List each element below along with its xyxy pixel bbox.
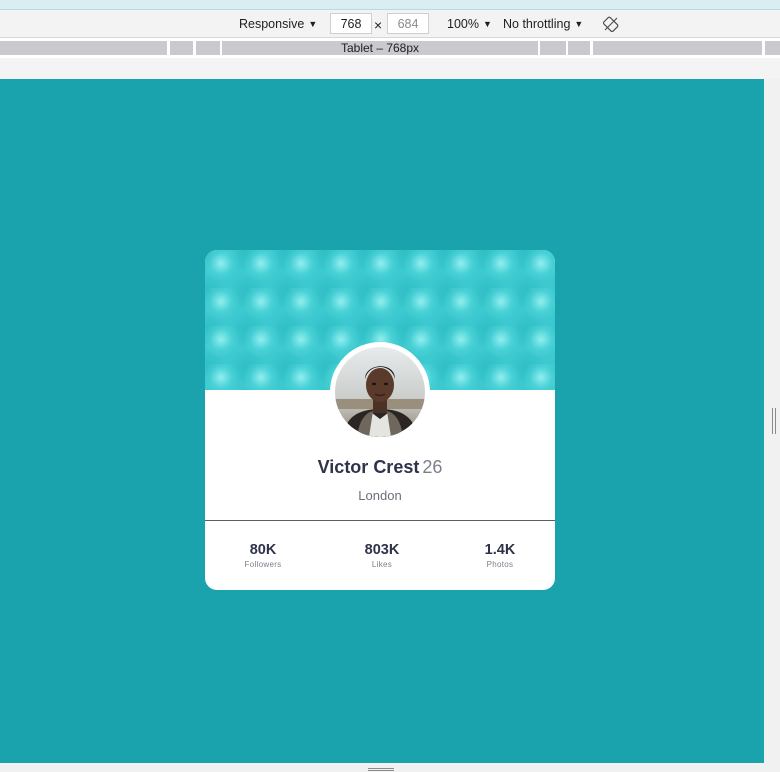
device-viewport: Victor Crest 26 London 80K Followers 803K…	[0, 79, 764, 763]
stat-photos: 1.4K Photos	[442, 541, 555, 570]
dimension-separator: ×	[374, 17, 383, 33]
avatar	[330, 342, 430, 442]
viewport-gap	[0, 58, 780, 79]
throttling-select-label: No throttling	[503, 17, 571, 31]
caret-down-icon: ▼	[482, 19, 492, 29]
media-query-label: Tablet – 768px	[340, 41, 420, 55]
throttling-select[interactable]: No throttling ▼	[503, 15, 583, 33]
stat-followers: 80K Followers	[205, 541, 321, 570]
profile-location: London	[358, 488, 402, 503]
zoom-select-label: 100%	[447, 17, 479, 31]
height-input[interactable]	[387, 13, 429, 34]
media-query-segment[interactable]	[568, 41, 590, 55]
media-query-bar: Tablet – 768px	[0, 38, 780, 58]
stat-label: Photos	[486, 560, 514, 569]
avatar-photo	[335, 347, 425, 437]
media-query-segment[interactable]	[0, 41, 167, 55]
devtools-top-strip	[0, 0, 780, 10]
device-select-label: Responsive	[239, 17, 305, 31]
profile-name: Victor Crest	[317, 457, 420, 477]
media-query-segment[interactable]	[765, 41, 780, 55]
rotate-icon[interactable]	[603, 16, 619, 32]
zoom-select[interactable]: 100% ▼	[447, 15, 492, 33]
device-toolbar: Responsive▼ × 100%▼ No throttling▼	[0, 10, 780, 38]
profile-name-line: Victor Crest 26	[205, 456, 555, 478]
profile-card: Victor Crest 26 London 80K Followers 803K…	[205, 250, 555, 590]
stat-value: 1.4K	[484, 542, 516, 558]
stat-value: 80K	[249, 542, 277, 558]
profile-age: 26	[422, 457, 443, 477]
stat-value: 803K	[364, 542, 400, 558]
divider	[205, 520, 555, 521]
media-query-segment[interactable]	[540, 41, 566, 55]
caret-down-icon: ▼	[308, 19, 318, 29]
bottom-resize-handle[interactable]	[368, 768, 394, 771]
caret-down-icon: ▼	[574, 19, 584, 29]
stat-label: Followers	[244, 560, 282, 569]
media-query-segment[interactable]	[170, 41, 193, 55]
stat-likes: 803K Likes	[324, 541, 440, 570]
width-input[interactable]	[330, 13, 372, 34]
media-query-segment[interactable]	[196, 41, 220, 55]
media-query-segment[interactable]	[593, 41, 762, 55]
right-resize-handle[interactable]	[772, 408, 776, 434]
stat-label: Likes	[371, 560, 393, 569]
device-select[interactable]: Responsive ▼	[239, 15, 317, 33]
